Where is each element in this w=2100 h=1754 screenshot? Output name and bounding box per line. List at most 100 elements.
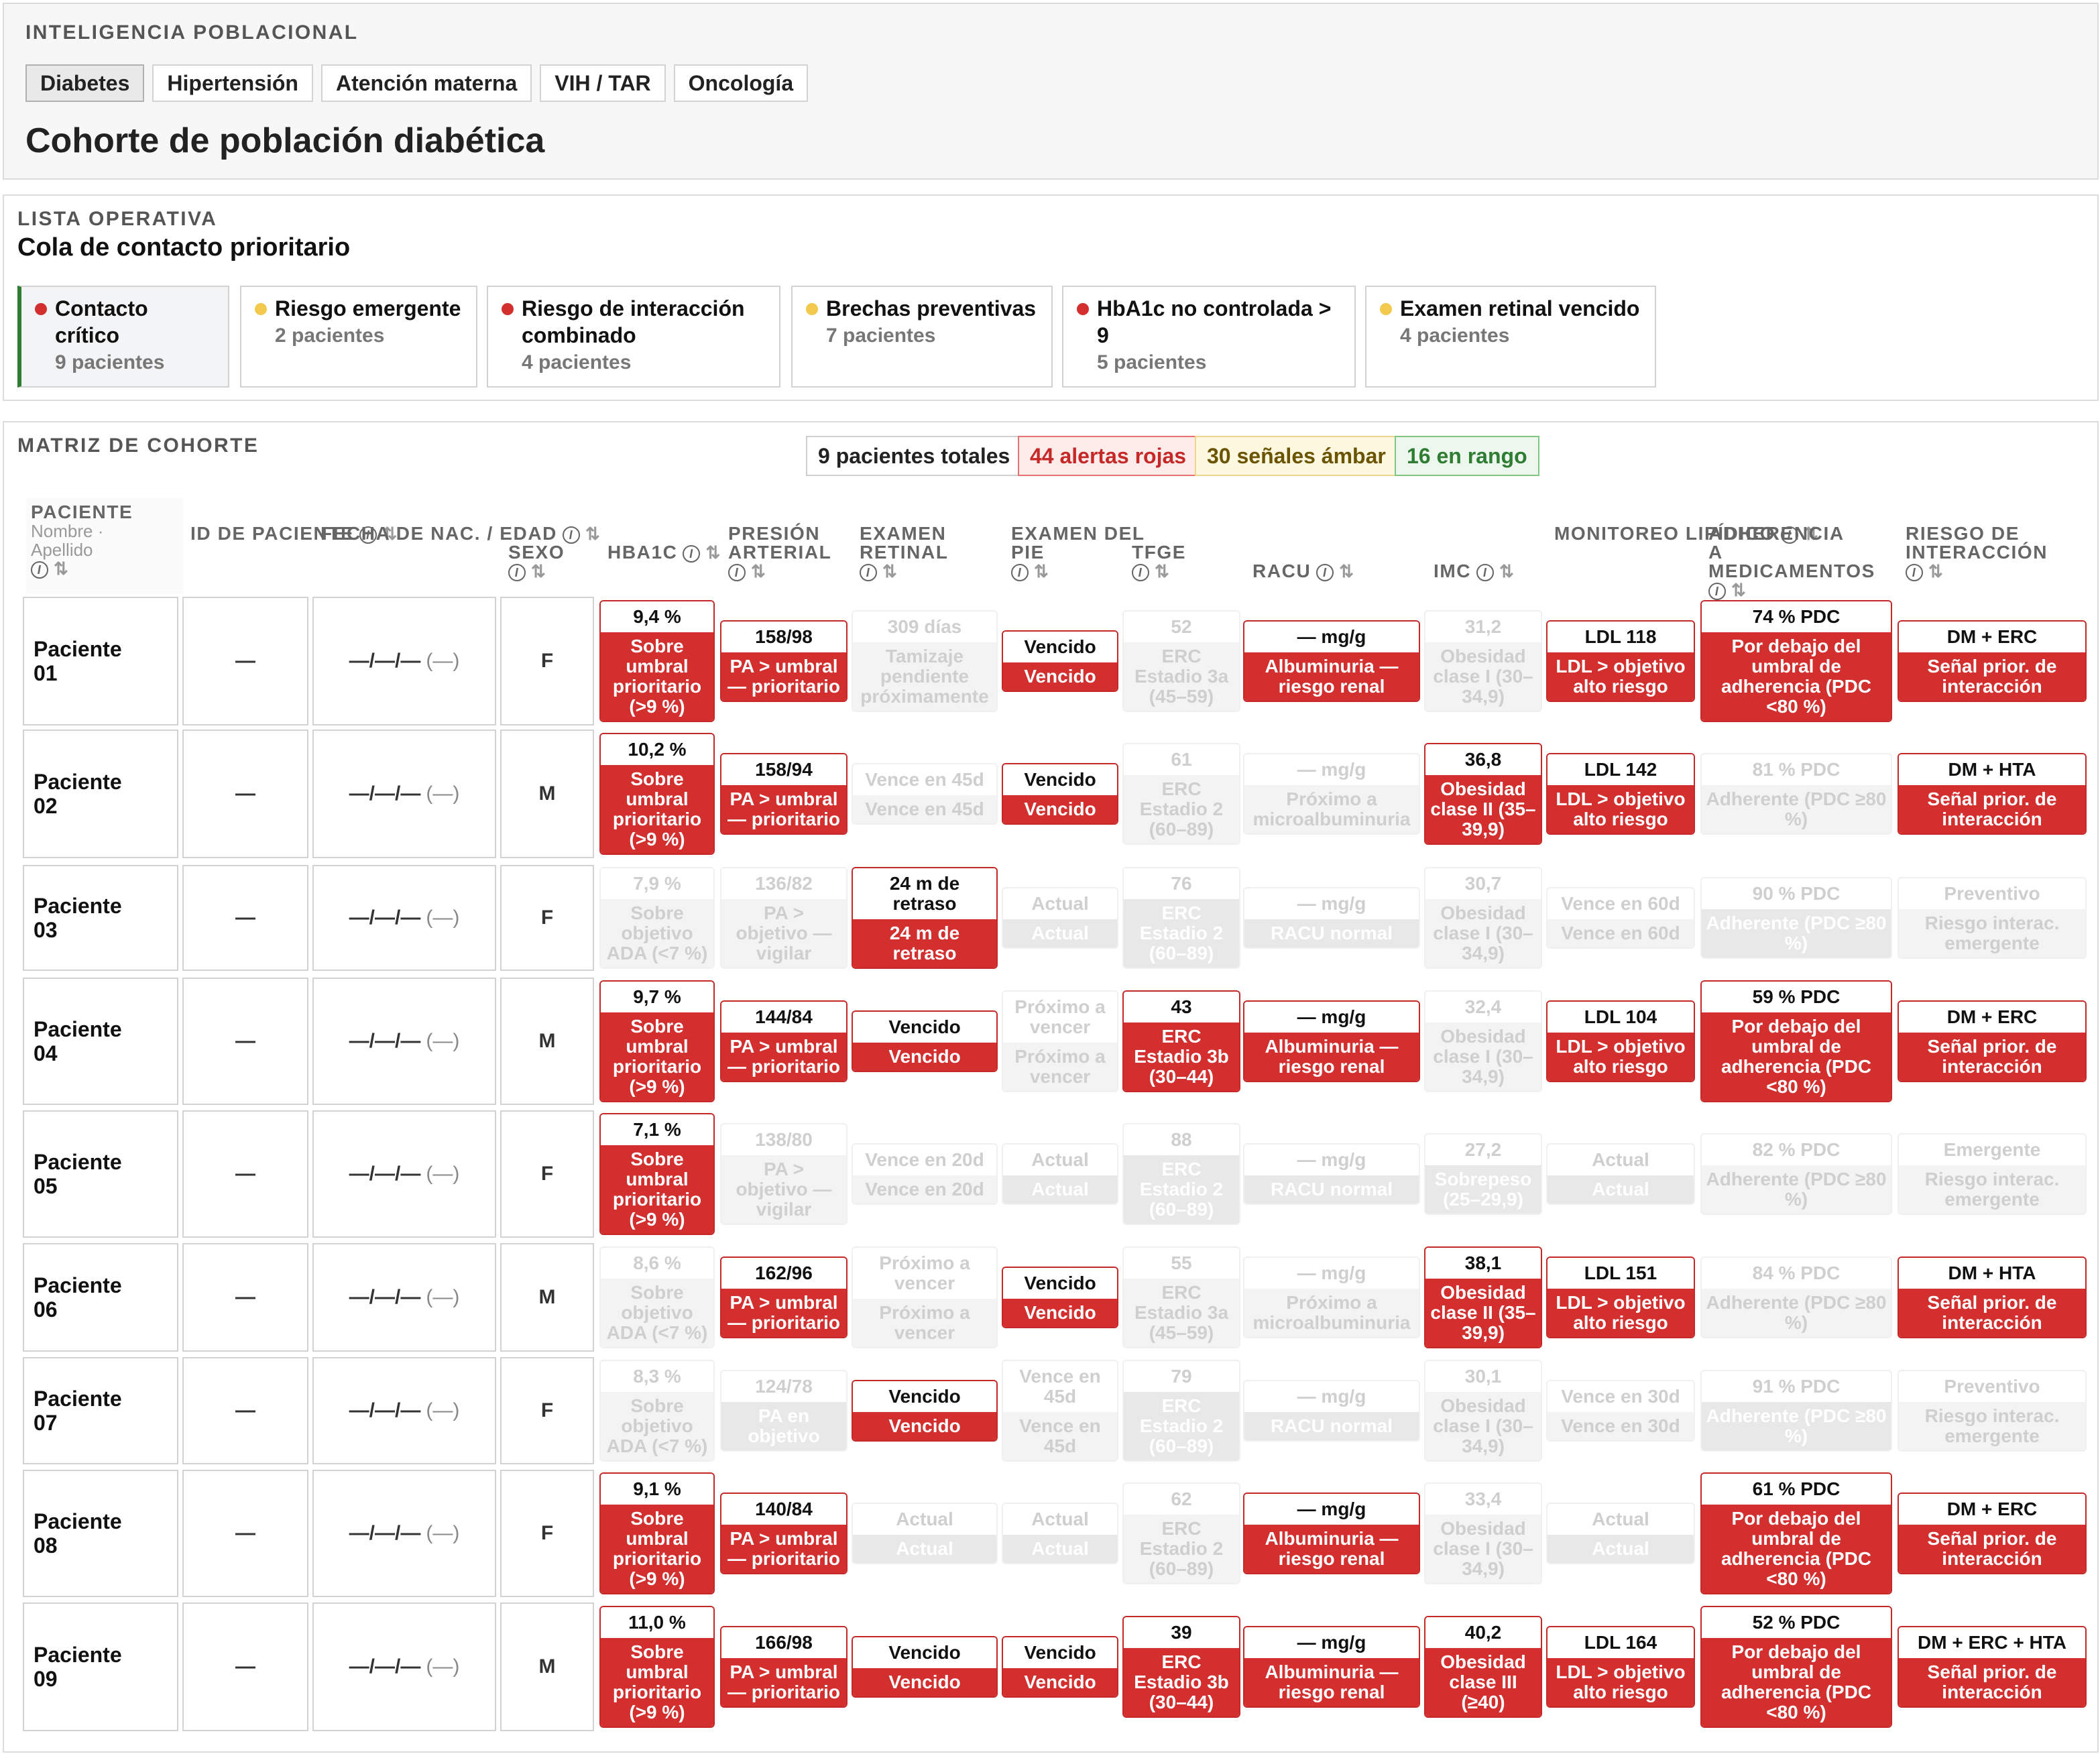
- sort-icon[interactable]: ⇅: [705, 542, 721, 563]
- patient-name-cell[interactable]: Paciente 09: [23, 1602, 178, 1731]
- col-header-patient[interactable]: PACIENTE Nombre · Apellido i ⇅: [25, 498, 184, 594]
- metric-cell[interactable]: — mg/g Albuminuria — riesgo renal: [1243, 1470, 1420, 1597]
- metric-cell[interactable]: 59 % PDC Por debajo del umbral de adheren…: [1700, 978, 1892, 1105]
- metric-cell[interactable]: — mg/g Albuminuria — riesgo renal: [1243, 597, 1420, 725]
- metric-cell[interactable]: 9,1 % Sobre umbral prioritario (>9 %): [599, 1470, 715, 1597]
- metric-cell[interactable]: — mg/g Próximo a microalbuminuria: [1243, 729, 1420, 858]
- metric-cell[interactable]: 9,7 % Sobre umbral prioritario (>9 %): [599, 978, 715, 1105]
- metric-cell[interactable]: 7,1 % Sobre umbral prioritario (>9 %): [599, 1110, 715, 1238]
- metric-cell[interactable]: 309 días Tamizaje pendiente próximamente: [852, 597, 998, 725]
- col-header-hba1c[interactable]: HBA1C i ⇅: [607, 543, 721, 563]
- metric-cell[interactable]: LDL 164 LDL > objetivo alto riesgo: [1546, 1602, 1695, 1731]
- col-header-bp[interactable]: PRESIÓN ARTERIAL i ⇅: [728, 524, 876, 581]
- metric-cell[interactable]: 36,8 Obesidad clase II (35–39,9): [1424, 729, 1542, 858]
- metric-cell[interactable]: LDL 118 LDL > objetivo alto riesgo: [1546, 597, 1695, 725]
- metric-cell[interactable]: DM + ERC Señal prior. de interacción: [1898, 1470, 2087, 1597]
- metric-cell[interactable]: DM + HTA Señal prior. de interacción: [1898, 1243, 2087, 1352]
- metric-cell[interactable]: Actual Actual: [1002, 865, 1118, 971]
- metric-cell[interactable]: Vencido Vencido: [852, 1357, 998, 1464]
- metric-cell[interactable]: 8,3 % Sobre objetivo ADA (<7 %): [599, 1357, 715, 1464]
- metric-cell[interactable]: 90 % PDC Adherente (PDC ≥80 %): [1700, 865, 1892, 971]
- patient-row[interactable]: Paciente 08 — —/—/— (—) F 9,1 % Sobre umbral p…: [4, 1470, 2097, 1597]
- metric-cell[interactable]: Actual Actual: [1546, 1110, 1695, 1238]
- tab-hipertension[interactable]: Hipertensión: [152, 64, 313, 102]
- metric-cell[interactable]: Actual Actual: [1002, 1470, 1118, 1597]
- metric-cell[interactable]: 162/96 PA > umbral — prioritario: [720, 1243, 848, 1352]
- metric-cell[interactable]: Vencido Vencido: [1002, 1602, 1118, 1731]
- info-icon[interactable]: i: [31, 561, 48, 579]
- metric-cell[interactable]: 61 ERC Estadio 2 (60–89): [1122, 729, 1240, 858]
- metric-cell[interactable]: 27,2 Sobrepeso (25–29,9): [1424, 1110, 1542, 1238]
- patient-name-cell[interactable]: Paciente 02: [23, 729, 178, 858]
- metric-cell[interactable]: 33,4 Obesidad clase I (30–34,9): [1424, 1470, 1542, 1597]
- metric-cell[interactable]: 52 % PDC Por debajo del umbral de adheren…: [1700, 1602, 1892, 1731]
- metric-cell[interactable]: DM + HTA Señal prior. de interacción: [1898, 729, 2087, 858]
- metric-cell[interactable]: Vencido Vencido: [1002, 729, 1118, 858]
- col-header-uacr[interactable]: RACU i ⇅: [1252, 562, 1355, 581]
- metric-cell[interactable]: 79 ERC Estadio 2 (60–89): [1122, 1357, 1240, 1464]
- metric-cell[interactable]: Emergente Riesgo interac. emergente: [1898, 1110, 2087, 1238]
- sort-icon[interactable]: ⇅: [1928, 561, 1944, 581]
- metric-cell[interactable]: 74 % PDC Por debajo del umbral de adheren…: [1700, 597, 1892, 725]
- info-icon[interactable]: i: [508, 563, 526, 581]
- metric-cell[interactable]: 43 ERC Estadio 3b (30–44): [1122, 978, 1240, 1105]
- patient-row[interactable]: Paciente 02 — —/—/— (—) M 10,2 % Sobre umbral …: [4, 729, 2097, 858]
- metric-cell[interactable]: — mg/g RACU normal: [1243, 1357, 1420, 1464]
- sort-icon[interactable]: ⇅: [585, 524, 601, 544]
- metric-cell[interactable]: 8,6 % Sobre objetivo ADA (<7 %): [599, 1243, 715, 1352]
- sort-icon[interactable]: ⇅: [531, 561, 546, 581]
- total-patients-chip[interactable]: 9 pacientes totales: [806, 436, 1023, 476]
- sort-icon[interactable]: ⇅: [751, 561, 766, 581]
- patient-name-cell[interactable]: Paciente 06: [23, 1243, 178, 1352]
- metric-cell[interactable]: Vencido Vencido: [852, 978, 998, 1105]
- metric-cell[interactable]: Actual Actual: [1002, 1110, 1118, 1238]
- patient-row[interactable]: Paciente 09 — —/—/— (—) M 11,0 % Sobre umbral …: [4, 1602, 2097, 1731]
- in-range-chip[interactable]: 16 en rango: [1395, 436, 1539, 476]
- metric-cell[interactable]: 31,2 Obesidad clase I (30–34,9): [1424, 597, 1542, 725]
- metric-cell[interactable]: Vencido Vencido: [1002, 1243, 1118, 1352]
- info-icon[interactable]: i: [1476, 563, 1495, 581]
- metric-cell[interactable]: Vence en 30d Vence en 30d: [1546, 1357, 1695, 1464]
- metric-cell[interactable]: Próximo a vencer Próximo a vencer: [852, 1243, 998, 1352]
- metric-cell[interactable]: Vencido Vencido: [852, 1602, 998, 1731]
- patient-row[interactable]: Paciente 03 — —/—/— (—) F 7,9 % Sobre objetivo…: [4, 865, 2097, 971]
- patient-row[interactable]: Paciente 04 — —/—/— (—) M 9,7 % Sobre umbral p…: [4, 978, 2097, 1105]
- metric-cell[interactable]: — mg/g RACU normal: [1243, 1110, 1420, 1238]
- metric-cell[interactable]: 84 % PDC Adherente (PDC ≥80 %): [1700, 1243, 1892, 1352]
- metric-cell[interactable]: 144/84 PA > umbral — prioritario: [720, 978, 848, 1105]
- queue-card[interactable]: HbA1c no controlada > 9 5 pacientes: [1062, 286, 1356, 388]
- tab-atencion-materna[interactable]: Atención materna: [320, 64, 532, 102]
- metric-cell[interactable]: 138/80 PA > objetivo — vigilar: [720, 1110, 848, 1238]
- metric-cell[interactable]: 32,4 Obesidad clase I (30–34,9): [1424, 978, 1542, 1105]
- sort-icon[interactable]: ⇅: [1499, 561, 1515, 581]
- info-icon[interactable]: i: [562, 526, 580, 544]
- queue-card[interactable]: Contacto crítico 9 pacientes: [17, 286, 229, 388]
- info-icon[interactable]: i: [1011, 563, 1029, 581]
- sort-icon[interactable]: ⇅: [882, 561, 898, 581]
- metric-cell[interactable]: Vence en 45d Vence en 45d: [1002, 1357, 1118, 1464]
- metric-cell[interactable]: 61 % PDC Por debajo del umbral de adheren…: [1700, 1470, 1892, 1597]
- metric-cell[interactable]: 9,4 % Sobre umbral prioritario (>9 %): [599, 597, 715, 725]
- info-icon[interactable]: i: [860, 563, 877, 581]
- metric-cell[interactable]: 82 % PDC Adherente (PDC ≥80 %): [1700, 1110, 1892, 1238]
- metric-cell[interactable]: 166/98 PA > umbral — prioritario: [720, 1602, 848, 1731]
- metric-cell[interactable]: Vence en 20d Vence en 20d: [852, 1110, 998, 1238]
- col-header-dob[interactable]: FECHA DE NAC. / EDAD i ⇅: [320, 524, 601, 544]
- col-header-adherence[interactable]: ADHERENCIA A MEDICAMENTOS i ⇅: [1708, 524, 1874, 600]
- info-icon[interactable]: i: [1316, 563, 1334, 581]
- metric-cell[interactable]: LDL 104 LDL > objetivo alto riesgo: [1546, 978, 1695, 1105]
- patient-row[interactable]: Paciente 01 — —/—/— (—) F 9,4 % Sobre umbral p…: [4, 597, 2097, 725]
- metric-cell[interactable]: DM + ERC + HTA Señal prior. de interacció…: [1898, 1602, 2087, 1731]
- queue-card[interactable]: Examen retinal vencido 4 pacientes: [1365, 286, 1656, 388]
- metric-cell[interactable]: LDL 142 LDL > objetivo alto riesgo: [1546, 729, 1695, 858]
- patient-row[interactable]: Paciente 06 — —/—/— (—) M 8,6 % Sobre objetivo…: [4, 1243, 2097, 1352]
- metric-cell[interactable]: Vence en 60d Vence en 60d: [1546, 865, 1695, 971]
- metric-cell[interactable]: Preventivo Riesgo interac. emergente: [1898, 865, 2087, 971]
- metric-cell[interactable]: 30,7 Obesidad clase I (30–34,9): [1424, 865, 1542, 971]
- metric-cell[interactable]: 158/94 PA > umbral — prioritario: [720, 729, 848, 858]
- patient-name-cell[interactable]: Paciente 07: [23, 1357, 178, 1464]
- queue-card[interactable]: Brechas preventivas 7 pacientes: [791, 286, 1053, 388]
- tab-vih-tar[interactable]: VIH / TAR: [540, 64, 666, 102]
- tab-diabetes[interactable]: Diabetes: [25, 64, 145, 102]
- metric-cell[interactable]: 40,2 Obesidad clase III (≥40): [1424, 1602, 1542, 1731]
